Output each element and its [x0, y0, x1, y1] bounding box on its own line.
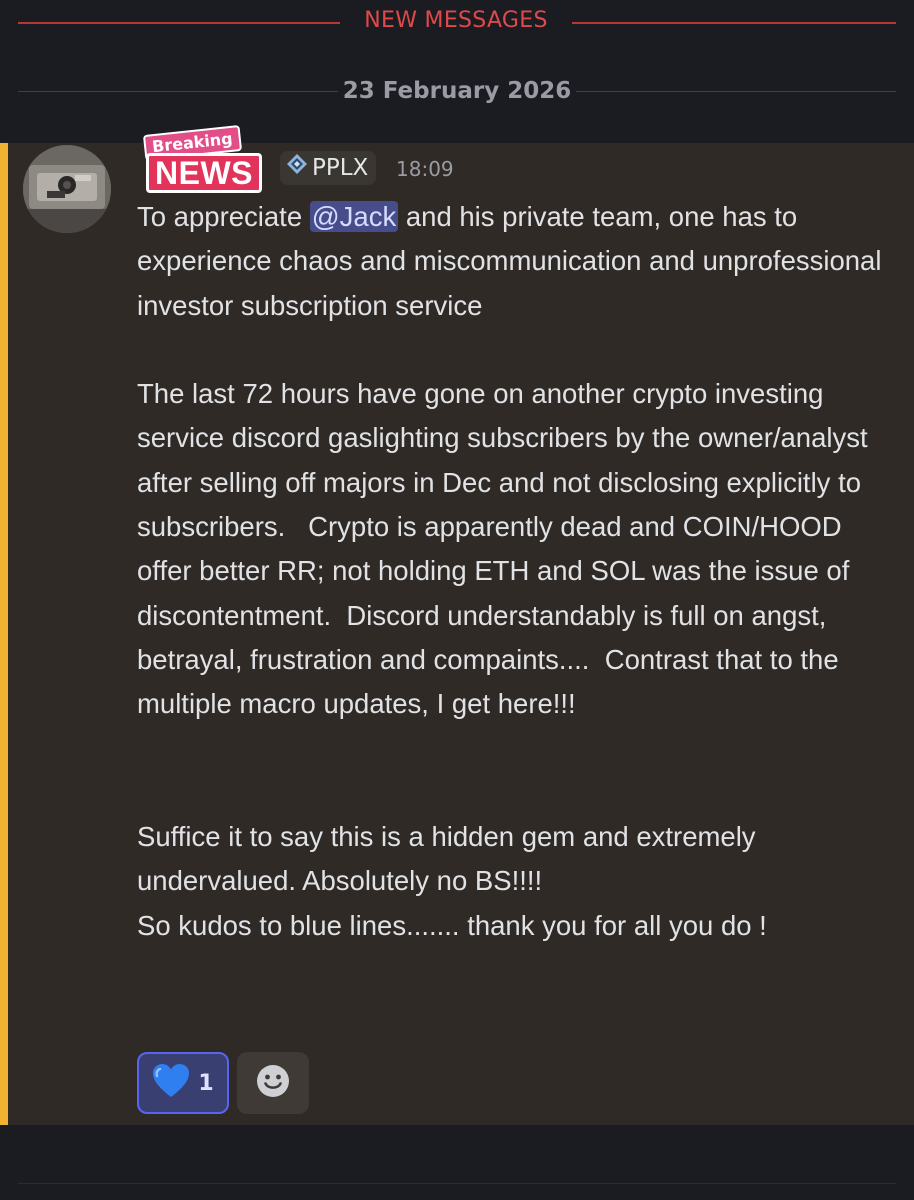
diamond-icon [286, 151, 308, 185]
reactions-bar: 1 [137, 1052, 309, 1114]
chat-view: NEW MESSAGES 23 February 2026 Breaking N… [0, 0, 914, 1200]
role-tag[interactable]: PPLX [280, 151, 377, 185]
reaction-count: 1 [198, 1070, 214, 1096]
new-messages-divider: NEW MESSAGES [0, 0, 914, 46]
divider-line-left [18, 22, 340, 24]
message-text-rest: and his private team, one has to experie… [137, 201, 882, 941]
bottom-divider [18, 1183, 896, 1184]
date-line-right [576, 91, 896, 92]
timestamp[interactable]: 18:09 [396, 157, 454, 181]
blue-heart-icon [152, 1063, 190, 1103]
add-reaction-button[interactable] [237, 1052, 309, 1114]
date-line-left [18, 91, 338, 92]
reaction-blue-heart[interactable]: 1 [137, 1052, 229, 1114]
new-messages-label: NEW MESSAGES [364, 8, 548, 33]
message-body: To appreciate @Jack and his private team… [137, 195, 897, 948]
message-header: Breaking NEWS PPLX 18:09 [138, 125, 878, 193]
role-tag-label: PPLX [312, 155, 369, 181]
date-divider: 23 February 2026 [0, 70, 914, 116]
date-label: 23 February 2026 [342, 78, 572, 104]
bottom-area [0, 1125, 914, 1200]
smiley-icon [256, 1064, 290, 1102]
news-badge[interactable]: NEWS [146, 153, 262, 193]
avatar[interactable] [23, 145, 111, 233]
message-text-start: To appreciate [137, 201, 310, 232]
divider-line-right [572, 22, 896, 24]
user-mention[interactable]: @Jack [309, 201, 399, 232]
highlighted-message[interactable]: Breaking NEWS PPLX 18:09 To appreciate @… [0, 125, 914, 1125]
